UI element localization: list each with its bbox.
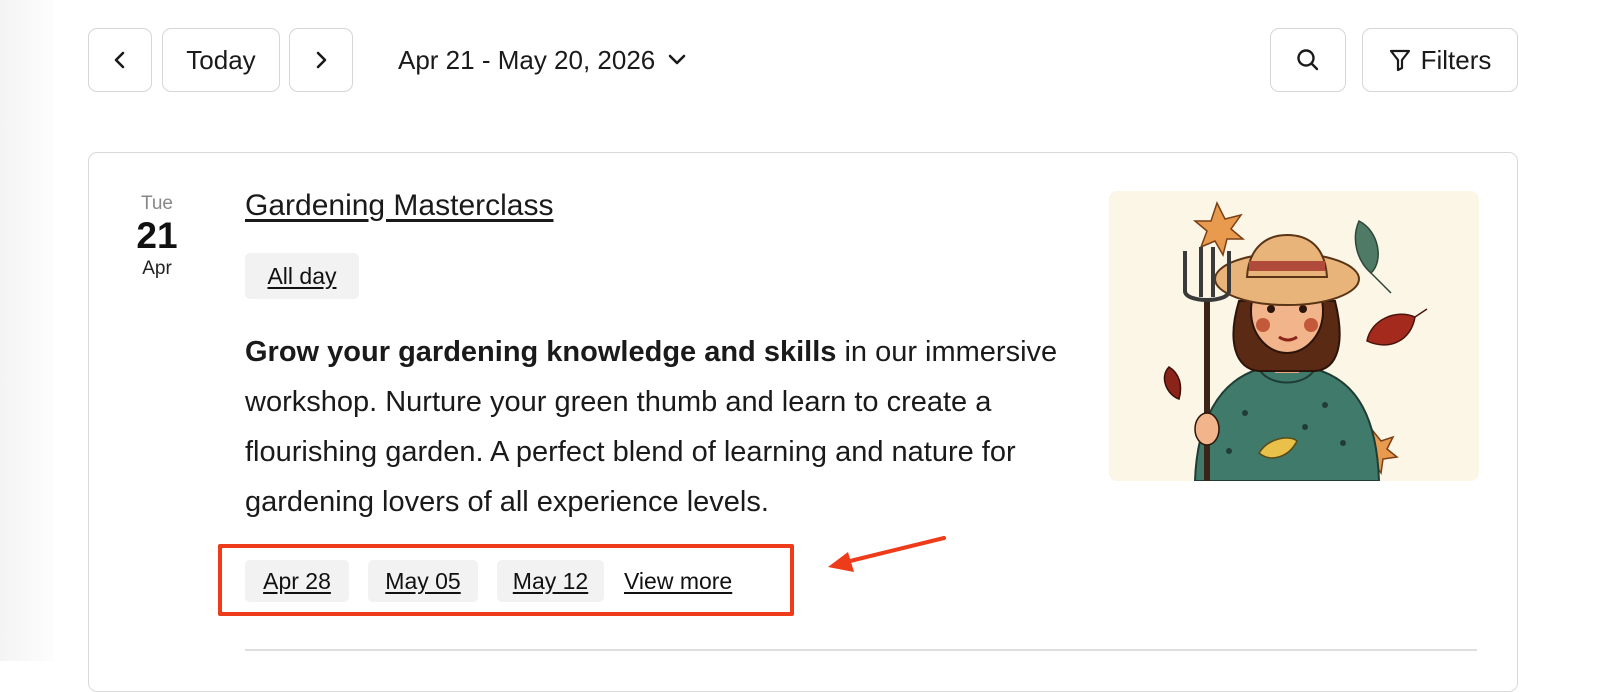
event-title-link[interactable]: Gardening Masterclass [245, 189, 553, 223]
annotation-arrow-icon [828, 536, 946, 572]
filter-icon [1389, 49, 1410, 72]
event-image[interactable] [1109, 191, 1479, 481]
event-description: Grow your gardening knowledge and skills… [245, 327, 1065, 527]
today-button[interactable]: Today [162, 28, 280, 92]
filters-button-label: Filters [1420, 44, 1492, 75]
chevron-right-icon [316, 51, 327, 69]
all-day-chip[interactable]: All day [245, 253, 359, 299]
event-day-of-week: Tue [140, 193, 174, 214]
event-day-number: 21 [136, 215, 178, 256]
today-button-label: Today [186, 44, 256, 75]
card-divider [245, 649, 1477, 651]
next-button[interactable] [289, 28, 353, 92]
annotation-highlight-box [218, 544, 794, 616]
filters-button[interactable]: Filters [1362, 28, 1518, 92]
gardener-illustration [1163, 201, 1428, 481]
event-description-bold: Grow your gardening knowledge and skills [245, 336, 837, 368]
date-range-label: Apr 21 - May 20, 2026 [398, 44, 656, 75]
search-button[interactable] [1270, 28, 1346, 92]
date-range-dropdown[interactable]: Apr 21 - May 20, 2026 [398, 28, 687, 92]
chevron-left-icon [114, 51, 125, 69]
event-month: Apr [142, 258, 172, 279]
search-icon [1297, 49, 1319, 71]
page-edge-shadow [0, 0, 54, 661]
chevron-down-icon [668, 54, 686, 65]
previous-button[interactable] [88, 28, 152, 92]
event-date: Tue 21 Apr [135, 193, 179, 281]
